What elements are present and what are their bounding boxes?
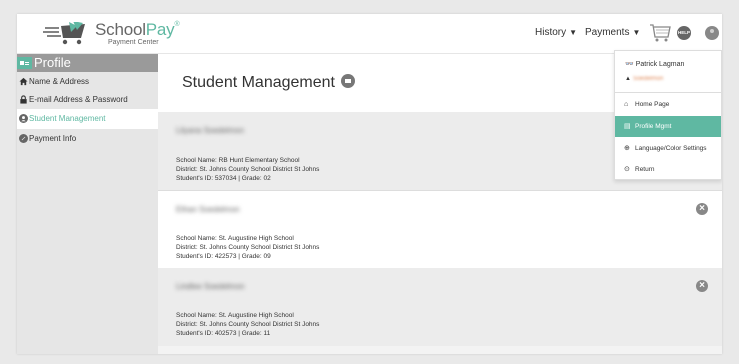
video-icon[interactable] — [341, 73, 355, 88]
sidebar-item-name-address[interactable]: Name & Address — [17, 73, 158, 90]
remove-student-button[interactable]: × — [696, 280, 708, 292]
idcard-icon — [17, 57, 32, 69]
sidebar-item-student-management[interactable]: Student Management — [17, 109, 158, 129]
sidebar-item-label: Student Management — [29, 114, 106, 123]
sidebar-item-label: E-mail Address & Password — [29, 95, 128, 104]
sidebar-item-email-password[interactable]: E-mail Address & Password — [17, 91, 158, 108]
student-id-grade: Student's ID: 422573 | Grade: 09 — [176, 253, 271, 260]
dropdown-username: 👓 Patrick Lagman — [625, 61, 685, 68]
student-name: Lilyana Soedelmon — [176, 126, 245, 135]
menu-item-language-color[interactable]: ⊕ Language/Color Settings — [615, 138, 721, 159]
student-district: District: St. Johns County School Distri… — [176, 321, 320, 328]
globe-icon: ⊕ — [624, 145, 630, 152]
student-icon — [19, 114, 28, 123]
sidebar-title: Profile — [34, 55, 71, 70]
dropdown-user-info: 👓 Patrick Lagman ▲ Soedelmon — [615, 51, 721, 93]
menu-item-home-page[interactable]: ⌂ Home Page — [615, 94, 721, 115]
glasses-icon: 👓 — [625, 61, 634, 68]
user-avatar-icon[interactable] — [705, 26, 719, 40]
student-name: Ethan Soedelmon — [176, 205, 240, 214]
user-dropdown-menu: 👓 Patrick Lagman ▲ Soedelmon ⌂ Home Page ▤ P… — [614, 50, 722, 180]
student-district: District: St. Johns County School Distri… — [176, 244, 320, 251]
history-menu[interactable]: History ▼ — [535, 27, 577, 38]
user-icon: ▲ — [625, 76, 631, 82]
student-school: School Name: St. Augustine High School — [176, 312, 294, 319]
sidebar-item-label: Payment Info — [29, 134, 77, 143]
chevron-down-icon: ▼ — [632, 28, 641, 37]
student-id-grade: Student's ID: 537034 | Grade: 02 — [176, 175, 271, 182]
lock-icon — [20, 95, 27, 104]
student-card: Lindlee Soedelmon School Name: St. Augus… — [158, 268, 722, 346]
return-icon: ⊙ — [624, 166, 630, 173]
student-school: School Name: St. Augustine High School — [176, 235, 294, 242]
student-district: District: St. Johns County School Distri… — [176, 166, 320, 173]
schoolpay-logo[interactable]: SchoolPay® Payment Center — [43, 20, 180, 50]
chevron-down-icon: ▼ — [569, 28, 578, 37]
top-bar: SchoolPay® Payment Center History ▼ Payme… — [17, 14, 722, 54]
logo-cart-icon — [43, 22, 85, 45]
dropdown-role: ▲ Soedelmon — [625, 76, 664, 82]
app-frame: SchoolPay® Payment Center History ▼ Payme… — [17, 14, 722, 354]
sidebar: Profile Name & Address E-mail Address & … — [17, 54, 158, 354]
student-id-grade: Student's ID: 402573 | Grade: 11 — [176, 330, 271, 337]
help-icon[interactable]: HELP — [677, 26, 691, 40]
menu-item-return[interactable]: ⊙ Return — [615, 159, 721, 180]
home-icon — [19, 77, 28, 86]
sidebar-header: Profile — [17, 54, 158, 72]
idcard-icon: ▤ — [624, 123, 631, 130]
student-school: School Name: RB Hunt Elementary School — [176, 157, 300, 164]
student-card-partial — [158, 346, 722, 354]
sidebar-item-label: Name & Address — [29, 77, 90, 86]
student-card: Ethan Soedelmon School Name: St. Augusti… — [158, 190, 722, 268]
payment-icon — [19, 134, 28, 143]
page-title: Student Management — [182, 73, 355, 92]
brand-subtitle: Payment Center — [108, 39, 159, 46]
payments-menu[interactable]: Payments ▼ — [585, 27, 640, 38]
sidebar-item-payment-info[interactable]: Payment Info — [17, 130, 158, 147]
home-icon: ⌂ — [624, 101, 629, 108]
menu-item-profile-mgmt[interactable]: ▤ Profile Mgmt — [615, 116, 721, 137]
brand-name: SchoolPay® — [95, 20, 180, 39]
cart-icon[interactable] — [649, 22, 671, 44]
student-name: Lindlee Soedelmon — [176, 282, 245, 291]
remove-student-button[interactable]: × — [696, 203, 708, 215]
